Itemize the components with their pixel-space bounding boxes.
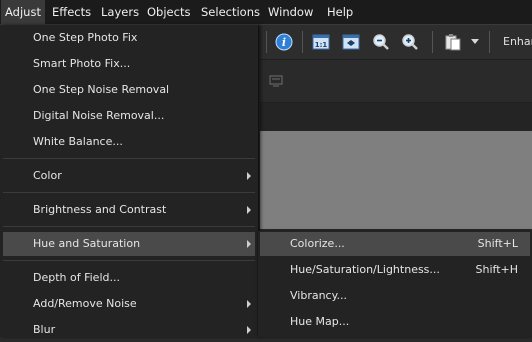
dropdown-arrow-icon[interactable] (469, 32, 481, 52)
submenu-item-hue-map[interactable]: Hue Map... (260, 310, 530, 334)
submenu-arrow-icon (247, 172, 251, 180)
menu-separator (3, 158, 255, 159)
zoom-out-icon[interactable] (371, 32, 391, 52)
submenu-arrow-icon (247, 300, 251, 308)
submenu-item-colorize[interactable]: Colorize... Shift+L (260, 232, 530, 256)
hue-saturation-submenu: Colorize... Shift+L Hue/Saturation/Light… (258, 231, 532, 337)
submenu-arrow-icon (247, 240, 251, 248)
submenu-item-label: Hue Map... (290, 315, 350, 328)
menu-help[interactable]: Help (323, 0, 357, 24)
submenu-arrow-icon (247, 326, 251, 334)
menu-item-smart-photo-fix[interactable]: Smart Photo Fix... (3, 52, 255, 76)
menu-item-label: Color (33, 169, 62, 182)
menu-item-add-remove-noise[interactable]: Add/Remove Noise (3, 292, 255, 316)
menu-separator (3, 260, 255, 261)
menu-item-label: Add/Remove Noise (33, 297, 137, 310)
shortcut-label: Shift+H (475, 263, 519, 276)
submenu-arrow-icon (247, 206, 251, 214)
shortcut-label: Shift+L (477, 237, 518, 250)
image-canvas[interactable] (260, 131, 532, 229)
menu-layers[interactable]: Layers (97, 0, 143, 24)
svg-text:1:1: 1:1 (315, 41, 328, 49)
toolbar-separator (266, 31, 267, 53)
menu-item-label: Hue and Saturation (33, 237, 141, 250)
menu-effects[interactable]: Effects (48, 0, 95, 24)
menu-adjust[interactable]: Adjust (1, 0, 45, 24)
menu-item-color[interactable]: Color (3, 164, 255, 188)
menu-item-digital-noise-removal[interactable]: Digital Noise Removal... (3, 104, 255, 128)
submenu-item-label: Colorize... (290, 237, 345, 250)
menu-item-label: Blur (33, 323, 56, 336)
menu-window[interactable]: Window (264, 0, 317, 24)
menu-item-brightness-and-contrast[interactable]: Brightness and Contrast (3, 198, 255, 222)
toolbar-separator (302, 31, 303, 53)
toolbar-separator (489, 31, 490, 53)
enhance-button[interactable]: Enhar (503, 25, 532, 59)
menu-item-label: White Balance... (33, 135, 123, 148)
menu-objects[interactable]: Objects (143, 0, 194, 24)
preset-icon[interactable] (269, 75, 283, 90)
svg-text:i: i (282, 36, 286, 49)
actual-size-icon[interactable]: 1:1 (311, 32, 331, 52)
menu-separator (3, 192, 255, 193)
menu-item-label: Digital Noise Removal... (33, 109, 165, 122)
submenu-item-vibrancy[interactable]: Vibrancy... (260, 284, 530, 308)
menu-selections[interactable]: Selections (197, 0, 264, 24)
submenu-item-hue-saturation-lightness[interactable]: Hue/Saturation/Lightness... Shift+H (260, 258, 530, 282)
adjust-menu: One Step Photo Fix Smart Photo Fix... On… (0, 25, 259, 337)
menu-item-label: Smart Photo Fix... (33, 57, 131, 70)
menu-item-white-balance[interactable]: White Balance... (3, 130, 255, 154)
menu-item-depth-of-field[interactable]: Depth of Field... (3, 266, 255, 290)
menu-item-label: One Step Photo Fix (33, 31, 138, 44)
submenu-item-label: Hue/Saturation/Lightness... (290, 263, 440, 276)
menu-item-label: Depth of Field... (33, 271, 120, 284)
info-icon[interactable]: i (274, 32, 294, 52)
menu-item-one-step-noise-removal[interactable]: One Step Noise Removal (3, 78, 255, 102)
menu-item-label: One Step Noise Removal (33, 83, 170, 96)
submenu-item-label: Vibrancy... (290, 289, 348, 302)
menu-item-hue-and-saturation[interactable]: Hue and Saturation (3, 232, 255, 256)
fit-window-icon[interactable] (341, 32, 361, 52)
menu-item-blur[interactable]: Blur (3, 318, 255, 342)
menu-item-label: Brightness and Contrast (33, 203, 167, 216)
toolbar-separator (432, 31, 433, 53)
menu-bar: Adjust Effects Layers Objects Selections… (0, 0, 532, 25)
paste-icon[interactable] (443, 32, 463, 52)
menu-separator (3, 226, 255, 227)
menu-item-one-step-photo-fix[interactable]: One Step Photo Fix (3, 26, 255, 50)
tab-strip (260, 103, 532, 131)
zoom-in-icon[interactable] (400, 32, 420, 52)
options-bar (260, 60, 532, 103)
toolbar: i 1:1 Enhar (260, 25, 532, 60)
